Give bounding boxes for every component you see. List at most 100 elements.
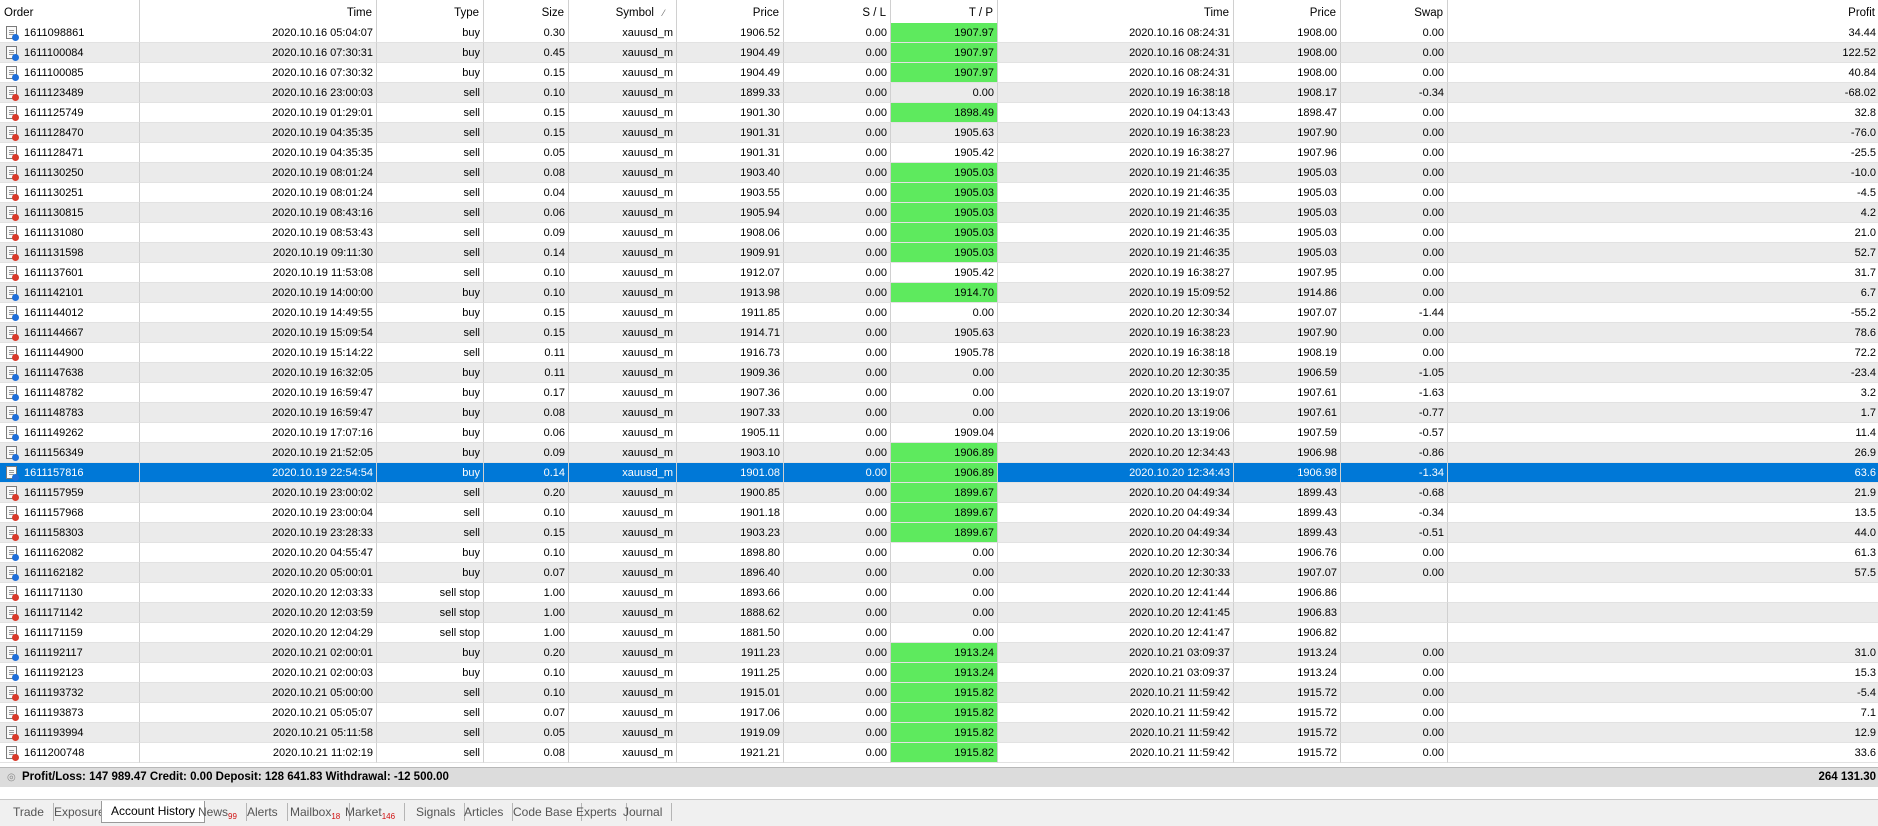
column-header-close-price[interactable]: Price xyxy=(1234,0,1341,25)
table-row[interactable]: 1611100085 2020.10.16 07:30:32 buy 0.15 xauu… xyxy=(0,63,1878,83)
column-header-size[interactable]: Size xyxy=(484,0,569,25)
table-row[interactable]: 1611144900 2020.10.19 15:14:22 sell 0.11 xau… xyxy=(0,343,1878,363)
cell-size: 1.00 xyxy=(484,603,569,623)
cell-close-price: 1907.59 xyxy=(1234,423,1341,443)
column-header-order[interactable]: Order xyxy=(0,0,140,25)
cell-profit: 4.2 xyxy=(1448,203,1878,223)
cell-order: 1611130815 xyxy=(0,203,140,223)
table-row[interactable]: 1611158303 2020.10.19 23:28:33 sell 0.15 xau… xyxy=(0,523,1878,543)
table-row[interactable]: 1611144667 2020.10.19 15:09:54 sell 0.15 xau… xyxy=(0,323,1878,343)
table-row[interactable]: 1611157959 2020.10.19 23:00:02 sell 0.20 xau… xyxy=(0,483,1878,503)
table-row[interactable]: 1611128470 2020.10.19 04:35:35 sell 0.15 xau… xyxy=(0,123,1878,143)
order-id: 1611142101 xyxy=(24,287,84,299)
table-row[interactable]: 1611148782 2020.10.19 16:59:47 buy 0.17 xauu… xyxy=(0,383,1878,403)
cell-swap: -1.05 xyxy=(1341,363,1448,383)
table-row[interactable]: 1611149262 2020.10.19 17:07:16 buy 0.06 xauu… xyxy=(0,423,1878,443)
tab-journal[interactable]: Journal xyxy=(614,803,673,821)
cell-sl: 0.00 xyxy=(784,23,891,43)
table-row[interactable]: 1611137601 2020.10.19 11:53:08 sell 0.10 xau… xyxy=(0,263,1878,283)
order-id: 1611100085 xyxy=(24,67,84,79)
cell-type: sell xyxy=(377,703,484,723)
cell-close-time: 2020.10.21 03:09:37 xyxy=(998,663,1234,683)
cell-time: 2020.10.19 15:09:54 xyxy=(140,323,377,343)
table-row[interactable]: 1611142101 2020.10.19 14:00:00 buy 0.10 xauu… xyxy=(0,283,1878,303)
cell-type: sell xyxy=(377,243,484,263)
table-row[interactable]: 1611144012 2020.10.19 14:49:55 buy 0.15 xauu… xyxy=(0,303,1878,323)
cell-time: 2020.10.19 23:28:33 xyxy=(140,523,377,543)
cell-size: 0.15 xyxy=(484,303,569,323)
table-row[interactable]: 1611162082 2020.10.20 04:55:47 buy 0.10 xauu… xyxy=(0,543,1878,563)
table-row[interactable]: 1611130815 2020.10.19 08:43:16 sell 0.06 xau… xyxy=(0,203,1878,223)
table-row-selected[interactable]: 1611157816 2020.10.19 22:54:54 buy 0.14 xauu… xyxy=(0,463,1878,483)
cell-close-time: 2020.10.19 21:46:35 xyxy=(998,203,1234,223)
cell-swap: -1.44 xyxy=(1341,303,1448,323)
column-header-time[interactable]: Time xyxy=(140,0,377,25)
column-header-swap[interactable]: Swap xyxy=(1341,0,1448,25)
table-row[interactable]: 1611193873 2020.10.21 05:05:07 sell 0.07 xau… xyxy=(0,703,1878,723)
order-id: 1611148782 xyxy=(24,387,84,399)
tab-market[interactable]: Market146 xyxy=(336,803,406,821)
table-row[interactable]: 1611171159 2020.10.20 12:04:29 sell stop 1.… xyxy=(0,623,1878,643)
cell-sl: 0.00 xyxy=(784,83,891,103)
table-row[interactable]: 1611157968 2020.10.19 23:00:04 sell 0.10 xau… xyxy=(0,503,1878,523)
column-header-close-time[interactable]: Time xyxy=(998,0,1234,25)
table-row[interactable]: 1611171142 2020.10.20 12:03:59 sell stop 1.… xyxy=(0,603,1878,623)
cell-order: 1611156349 xyxy=(0,443,140,463)
order-id: 1611144012 xyxy=(24,307,84,319)
cell-time: 2020.10.16 05:04:07 xyxy=(140,23,377,43)
table-row[interactable]: 1611162182 2020.10.20 05:00:01 buy 0.07 xauu… xyxy=(0,563,1878,583)
cell-order: 1611171130 xyxy=(0,583,140,603)
table-row[interactable]: 1611192117 2020.10.21 02:00:01 buy 0.20 xauu… xyxy=(0,643,1878,663)
cell-sl: 0.00 xyxy=(784,383,891,403)
column-header-profit[interactable]: Profit xyxy=(1448,0,1878,25)
cell-tp: 1909.04 xyxy=(891,423,998,443)
cell-sl: 0.00 xyxy=(784,263,891,283)
table-row[interactable]: 1611192123 2020.10.21 02:00:03 buy 0.10 xauu… xyxy=(0,663,1878,683)
table-row[interactable]: 1611130251 2020.10.19 08:01:24 sell 0.04 xau… xyxy=(0,183,1878,203)
cell-symbol: xauusd_m xyxy=(569,643,677,663)
order-sell-icon xyxy=(6,346,19,361)
cell-time: 2020.10.19 14:49:55 xyxy=(140,303,377,323)
table-row[interactable]: 1611171130 2020.10.20 12:03:33 sell stop 1.… xyxy=(0,583,1878,603)
summary-bar[interactable]: ◎ Profit/Loss: 147 989.47 Credit: 0.00 D… xyxy=(0,767,1878,787)
column-header-tp[interactable]: T / P xyxy=(891,0,998,25)
cell-swap: 0.00 xyxy=(1341,723,1448,743)
cell-tp: 1913.24 xyxy=(891,643,998,663)
cell-swap: 0.00 xyxy=(1341,23,1448,43)
table-row[interactable]: 1611128471 2020.10.19 04:35:35 sell 0.05 xau… xyxy=(0,143,1878,163)
table-row[interactable]: 1611100084 2020.10.16 07:30:31 buy 0.45 xauu… xyxy=(0,43,1878,63)
table-row[interactable]: 1611147638 2020.10.19 16:32:05 buy 0.11 xauu… xyxy=(0,363,1878,383)
cell-sl: 0.00 xyxy=(784,543,891,563)
table-row[interactable]: 1611098861 2020.10.16 05:04:07 buy 0.30 xauu… xyxy=(0,23,1878,43)
order-id: 1611171159 xyxy=(24,627,83,639)
order-buy-icon xyxy=(6,406,19,421)
table-row[interactable]: 1611200748 2020.10.21 11:02:19 sell 0.08 xau… xyxy=(0,743,1878,763)
table-row[interactable]: 1611193994 2020.10.21 05:11:58 sell 0.05 xau… xyxy=(0,723,1878,743)
table-row[interactable]: 1611148783 2020.10.19 16:59:47 buy 0.08 xauu… xyxy=(0,403,1878,423)
cell-swap: 0.00 xyxy=(1341,63,1448,83)
cell-order: 1611131080 xyxy=(0,223,140,243)
cell-order: 1611100085 xyxy=(0,63,140,83)
cell-size: 0.15 xyxy=(484,103,569,123)
column-header-sl[interactable]: S / L xyxy=(784,0,891,25)
column-header-type[interactable]: Type xyxy=(377,0,484,25)
column-header-price[interactable]: Price xyxy=(677,0,784,25)
order-buy-icon xyxy=(6,26,19,41)
cell-size: 0.11 xyxy=(484,343,569,363)
cell-tp: 1905.03 xyxy=(891,183,998,203)
table-row[interactable]: 1611193732 2020.10.21 05:00:00 sell 0.10 xau… xyxy=(0,683,1878,703)
table-row[interactable]: 1611130250 2020.10.19 08:01:24 sell 0.08 xau… xyxy=(0,163,1878,183)
table-row[interactable]: 1611131598 2020.10.19 09:11:30 sell 0.14 xau… xyxy=(0,243,1878,263)
cell-time: 2020.10.21 02:00:01 xyxy=(140,643,377,663)
cell-price: 1904.49 xyxy=(677,43,784,63)
column-header-symbol[interactable]: Symbol xyxy=(569,0,677,25)
cell-swap: 0.00 xyxy=(1341,643,1448,663)
cell-tp: 0.00 xyxy=(891,83,998,103)
table-row[interactable]: 1611123489 2020.10.16 23:00:03 sell 0.10 xau… xyxy=(0,83,1878,103)
table-row[interactable]: 1611125749 2020.10.19 01:29:01 sell 0.15 xau… xyxy=(0,103,1878,123)
cell-close-time: 2020.10.19 21:46:35 xyxy=(998,223,1234,243)
table-row[interactable]: 1611131080 2020.10.19 08:53:43 sell 0.09 xau… xyxy=(0,223,1878,243)
order-sell-icon xyxy=(6,186,19,201)
cell-time: 2020.10.19 14:00:00 xyxy=(140,283,377,303)
table-row[interactable]: 1611156349 2020.10.19 21:52:05 buy 0.09 xauu… xyxy=(0,443,1878,463)
